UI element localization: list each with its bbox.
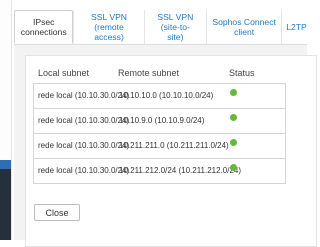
table-row: rede local (10.10.30.0/24) 10.211.211.0 … xyxy=(34,133,285,158)
table-row: rede local (10.10.30.0/24) 10.10.10.0 (1… xyxy=(34,84,285,108)
table-row: rede local (10.10.30.0/24) 10.211.212.0/… xyxy=(34,158,285,183)
table-row: rede local (10.10.30.0/24) 10.10.9.0 (10… xyxy=(34,108,285,133)
status-cell xyxy=(230,89,237,98)
tab-ssl-vpn-remote-access[interactable]: SSL VPN (remote access) xyxy=(73,10,143,44)
tab-content: Local subnet Remote subnet Status rede l… xyxy=(14,45,317,247)
tab-bar: IPsec connections SSL VPN (remote access… xyxy=(14,10,307,45)
sidebar-selected-item[interactable] xyxy=(0,160,11,169)
sidebar-dark-section xyxy=(0,169,11,240)
table-header: Local subnet Remote subnet Status xyxy=(38,68,308,82)
status-cell xyxy=(230,139,237,148)
remote-subnet-cell: 10.10.9.0 (10.10.9.0/24) xyxy=(119,116,205,125)
status-cell xyxy=(230,114,237,123)
sidebar-edge xyxy=(0,0,12,240)
local-subnet-cell: rede local (10.10.30.0/24) xyxy=(38,116,130,125)
remote-subnet-cell: 10.211.211.0 (10.211.211.0/24) xyxy=(119,141,229,150)
header-remote-subnet: Remote subnet xyxy=(118,68,180,78)
subnet-table: rede local (10.10.30.0/24) 10.10.10.0 (1… xyxy=(33,83,286,184)
close-button[interactable]: Close xyxy=(34,204,80,221)
status-connected-icon xyxy=(230,164,237,171)
status-cell xyxy=(230,164,237,173)
status-connected-icon xyxy=(230,114,237,121)
connection-details-panel: Local subnet Remote subnet Status rede l… xyxy=(25,55,317,247)
local-subnet-cell: rede local (10.10.30.0/24) xyxy=(38,141,130,150)
tab-ssl-vpn-site-to-site[interactable]: SSL VPN (site-to- site) xyxy=(143,10,206,44)
status-connected-icon xyxy=(230,139,237,146)
local-subnet-cell: rede local (10.10.30.0/24) xyxy=(38,91,130,100)
tab-ipsec-connections[interactable]: IPsec connections xyxy=(14,10,74,44)
header-status: Status xyxy=(229,68,255,78)
local-subnet-cell: rede local (10.10.30.0/24) xyxy=(38,166,130,175)
header-local-subnet: Local subnet xyxy=(38,68,90,78)
tab-l2tp[interactable]: L2TP xyxy=(281,10,307,44)
remote-subnet-cell: 10.211.212.0/24 (10.211.212.0/24) xyxy=(119,166,242,175)
tab-sophos-connect-client[interactable]: Sophos Connect client xyxy=(206,10,281,44)
status-connected-icon xyxy=(230,89,237,96)
remote-subnet-cell: 10.10.10.0 (10.10.10.0/24) xyxy=(119,91,214,100)
